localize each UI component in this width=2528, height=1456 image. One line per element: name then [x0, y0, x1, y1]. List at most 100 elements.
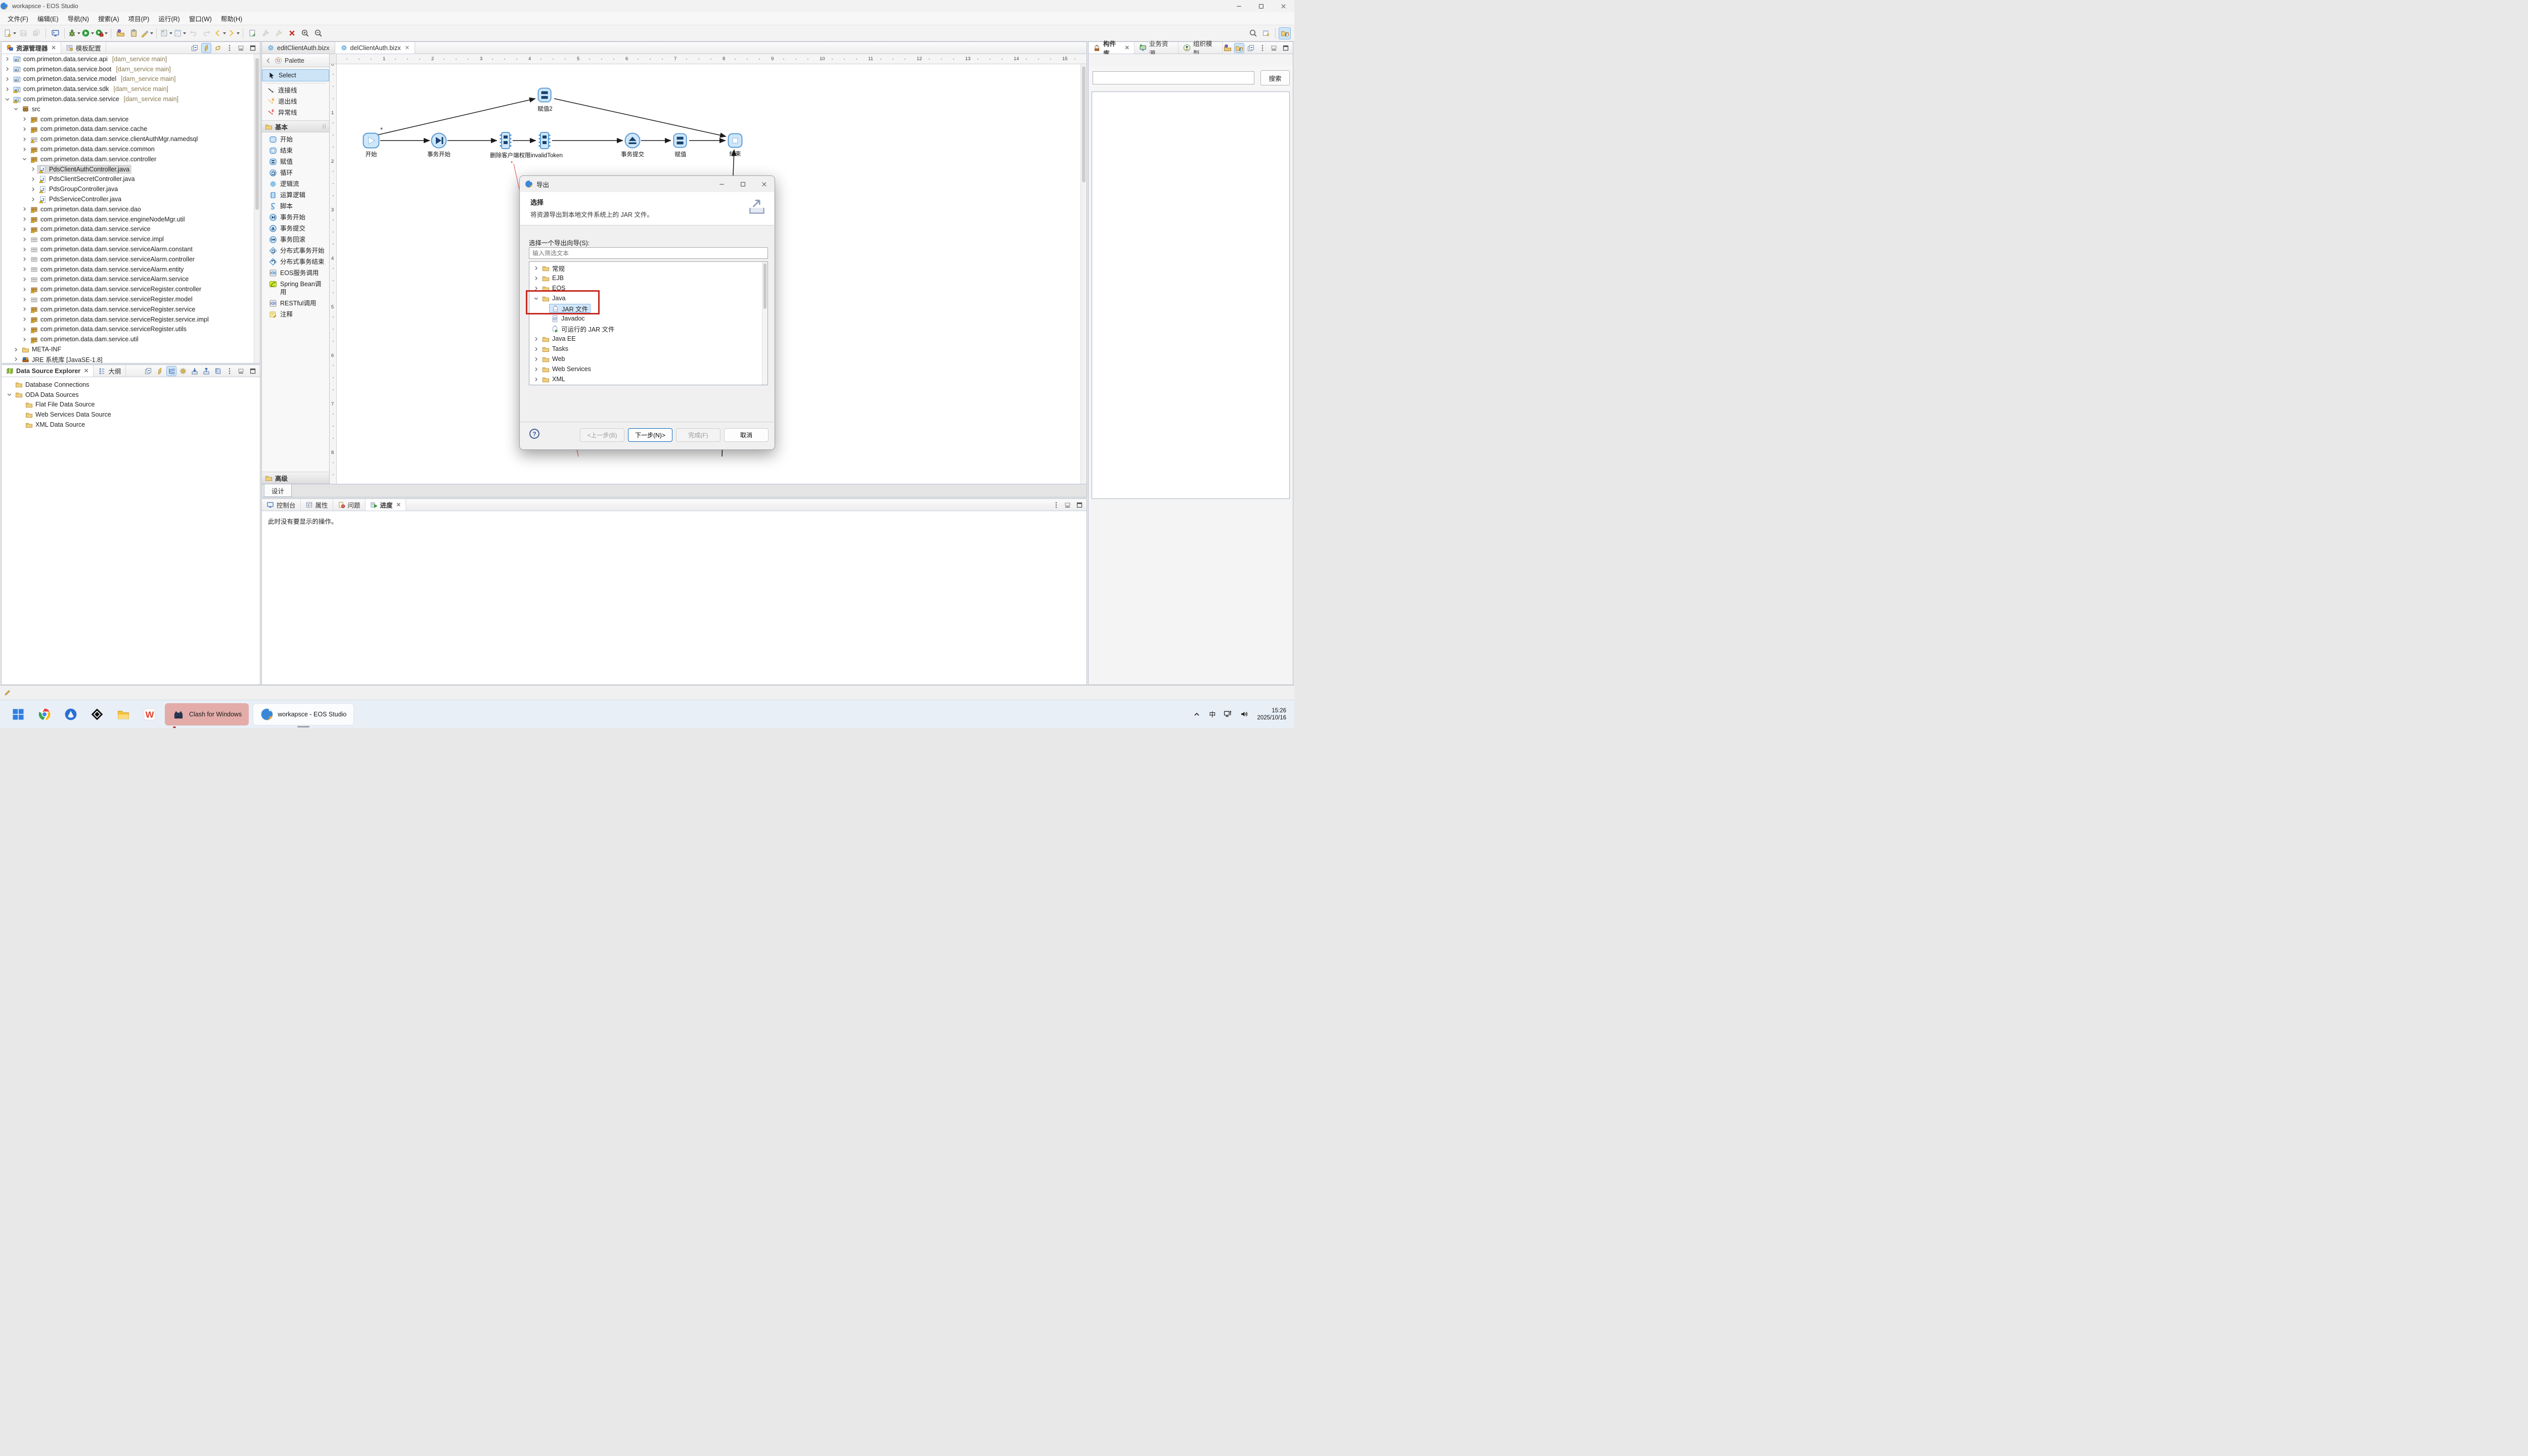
close-tab-icon[interactable]: ✕: [405, 44, 410, 51]
tree-item-PdsGroupController.java[interactable]: JPdsGroupController.java: [2, 184, 260, 194]
tree-item-com.primeton.data.dam.service.util[interactable]: com.primeton.data.dam.service.util: [2, 334, 260, 344]
chevron-right-icon[interactable]: [21, 286, 28, 293]
palette-item-结束[interactable]: 结束: [262, 145, 329, 156]
tab-Data Source Explorer[interactable]: Data Source Explorer✕: [2, 365, 94, 377]
run-secure-button[interactable]: [95, 27, 108, 39]
link-with-editor-button[interactable]: [155, 366, 165, 376]
task-list-button[interactable]: [160, 27, 172, 39]
chevron-down-icon[interactable]: [21, 156, 28, 162]
maximize-button[interactable]: [1250, 0, 1272, 12]
flow-node-删除客户端权限invalidToken[interactable]: [538, 131, 551, 152]
chevron-right-icon[interactable]: [21, 216, 28, 222]
editor-tab-delClientAuth.bizx[interactable]: delClientAuth.bizx✕: [335, 42, 415, 54]
view-menu-button[interactable]: [224, 366, 235, 376]
perspective-new-button[interactable]: [1260, 27, 1272, 39]
palette-item-RESTful调用[interactable]: RRESTful调用: [262, 298, 329, 309]
palette-tool-连接线[interactable]: 连接线: [262, 85, 329, 96]
tree-item-PdsClientSecretController.java[interactable]: JPdsClientSecretController.java: [2, 174, 260, 185]
view-menu-button[interactable]: [1051, 500, 1061, 510]
mark-occurrences-button[interactable]: [141, 27, 153, 39]
tab-大纲[interactable]: 大纲: [94, 365, 126, 377]
close-button[interactable]: [1272, 0, 1294, 12]
tree-item-com.primeton.data.dam.service.serviceRegister.model[interactable]: com.primeton.data.dam.service.serviceReg…: [2, 294, 260, 304]
clipboard-button[interactable]: [127, 27, 140, 39]
chevron-right-icon[interactable]: [532, 336, 540, 342]
palette-tool-异常线[interactable]: E异常线: [262, 107, 329, 118]
tree-item-com.primeton.data.dam.service.controller[interactable]: com.primeton.data.dam.service.controller: [2, 154, 260, 164]
tree-item-常规[interactable]: 常规: [529, 263, 768, 273]
tree-item-com.primeton.data.dam.service.common[interactable]: com.primeton.data.dam.service.common: [2, 144, 260, 154]
maximize-view-button[interactable]: [1074, 500, 1085, 510]
tree-item-com.primeton.data.service.model[interactable]: MJcom.primeton.data.service.model[dam_se…: [2, 74, 260, 84]
tree-item-ODA Data Sources[interactable]: ODA Data Sources: [2, 390, 260, 400]
tree-item-src[interactable]: src: [2, 104, 260, 114]
chevron-right-icon[interactable]: [532, 366, 540, 373]
taskbar-chrome[interactable]: [33, 703, 56, 725]
palette-tool-Select[interactable]: Select: [262, 69, 329, 81]
palette-item-循环[interactable]: 循环: [262, 167, 329, 178]
menu-文件[interactable]: 文件(F): [3, 12, 33, 25]
flow-node-事务开始[interactable]: [431, 132, 447, 151]
chevron-right-icon[interactable]: [532, 346, 540, 352]
view-menu-button[interactable]: [1257, 43, 1268, 53]
taskbar-start[interactable]: [7, 703, 29, 725]
tree-item-Java[interactable]: Java: [529, 293, 768, 303]
palette-item-逻辑流[interactable]: 逻辑流: [262, 178, 329, 190]
palette-category-basic[interactable]: 基本 ⟨⟩: [262, 120, 329, 132]
zoom-out-button[interactable]: [312, 27, 324, 39]
export-config-button[interactable]: [201, 366, 211, 376]
maximize-view-button[interactable]: [248, 366, 258, 376]
palette-category-advanced[interactable]: 高级: [262, 472, 329, 484]
chevron-right-icon[interactable]: [21, 236, 28, 243]
clock[interactable]: 15:26 2025/10/16: [1257, 707, 1286, 721]
palette-item-事务提交[interactable]: 事务提交: [262, 223, 329, 234]
tree-item-Web Services[interactable]: Web Services: [529, 364, 768, 374]
tree-item-com.primeton.data.dam.service.cache[interactable]: com.primeton.data.dam.service.cache: [2, 124, 260, 134]
palette-item-事务开始[interactable]: 事务开始: [262, 212, 329, 223]
tree-item-com.primeton.data.dam.service.clientAuthMgr.namedsql[interactable]: com.primeton.data.dam.service.clientAuth…: [2, 134, 260, 144]
chevron-right-icon[interactable]: [532, 356, 540, 362]
chevron-right-icon[interactable]: [532, 376, 540, 383]
chevron-right-icon[interactable]: [21, 256, 28, 262]
wizard-filter-input[interactable]: [529, 247, 768, 259]
tray-chevron-icon[interactable]: [1193, 710, 1201, 718]
menu-搜索[interactable]: 搜索(A): [94, 12, 124, 25]
flow-node-赋值[interactable]: [673, 132, 688, 151]
chevron-right-icon[interactable]: [21, 246, 28, 253]
volume-icon[interactable]: [1240, 710, 1249, 718]
open-console-button[interactable]: [49, 27, 61, 39]
sync-button[interactable]: [213, 43, 223, 53]
palette-item-运算逻辑[interactable]: 运算逻辑: [262, 190, 329, 201]
chevron-right-icon[interactable]: [21, 136, 28, 143]
book-button[interactable]: [213, 366, 223, 376]
save-button[interactable]: [17, 27, 29, 39]
import-folder-button[interactable]: [114, 27, 126, 39]
forward-button[interactable]: [227, 27, 240, 39]
chevron-right-icon[interactable]: [21, 206, 28, 212]
tree-item-com.primeton.data.dam.service.serviceRegister.service[interactable]: com.primeton.data.dam.service.serviceReg…: [2, 304, 260, 314]
palette-tool-退出线[interactable]: B退出线: [262, 96, 329, 107]
tree-item-com.primeton.data.dam.service.serviceRegister.service.impl[interactable]: com.primeton.data.dam.service.serviceReg…: [2, 314, 260, 325]
delete-red-button[interactable]: [286, 27, 298, 39]
palette-item-Spring Bean调用[interactable]: Spring Bean调用: [262, 279, 329, 298]
chevron-right-icon[interactable]: [21, 316, 28, 323]
chevron-right-icon[interactable]: [29, 196, 37, 203]
tree-item-com.primeton.data.dam.service.serviceAlarm.constant[interactable]: com.primeton.data.dam.service.serviceAla…: [2, 244, 260, 254]
search-button[interactable]: 搜索: [1260, 70, 1290, 85]
palette-item-注释[interactable]: 注释: [262, 309, 329, 320]
menu-窗口[interactable]: 窗口(W): [185, 12, 216, 25]
perspective-eos-button[interactable]: [1234, 43, 1244, 53]
wrench2-button[interactable]: [273, 27, 285, 39]
search-input[interactable]: [1093, 71, 1254, 84]
tree-item-Web Services Data Source[interactable]: Web Services Data Source: [2, 410, 260, 420]
tab-业务资源[interactable]: 业务资源: [1135, 42, 1179, 54]
ime-indicator[interactable]: 中: [1209, 709, 1215, 719]
close-tab-icon[interactable]: ✕: [1125, 44, 1130, 51]
chevron-right-icon[interactable]: [21, 266, 28, 272]
palette-item-EOS服务调用[interactable]: EEOS服务调用: [262, 267, 329, 279]
pin-icon[interactable]: ⟨⟩: [322, 124, 326, 129]
chevron-right-icon[interactable]: [532, 285, 540, 292]
tree-item-PdsClientAuthController.java[interactable]: JPdsClientAuthController.java: [2, 164, 260, 174]
back-button[interactable]: [213, 27, 226, 39]
tab-控制台[interactable]: 控制台: [262, 499, 301, 511]
